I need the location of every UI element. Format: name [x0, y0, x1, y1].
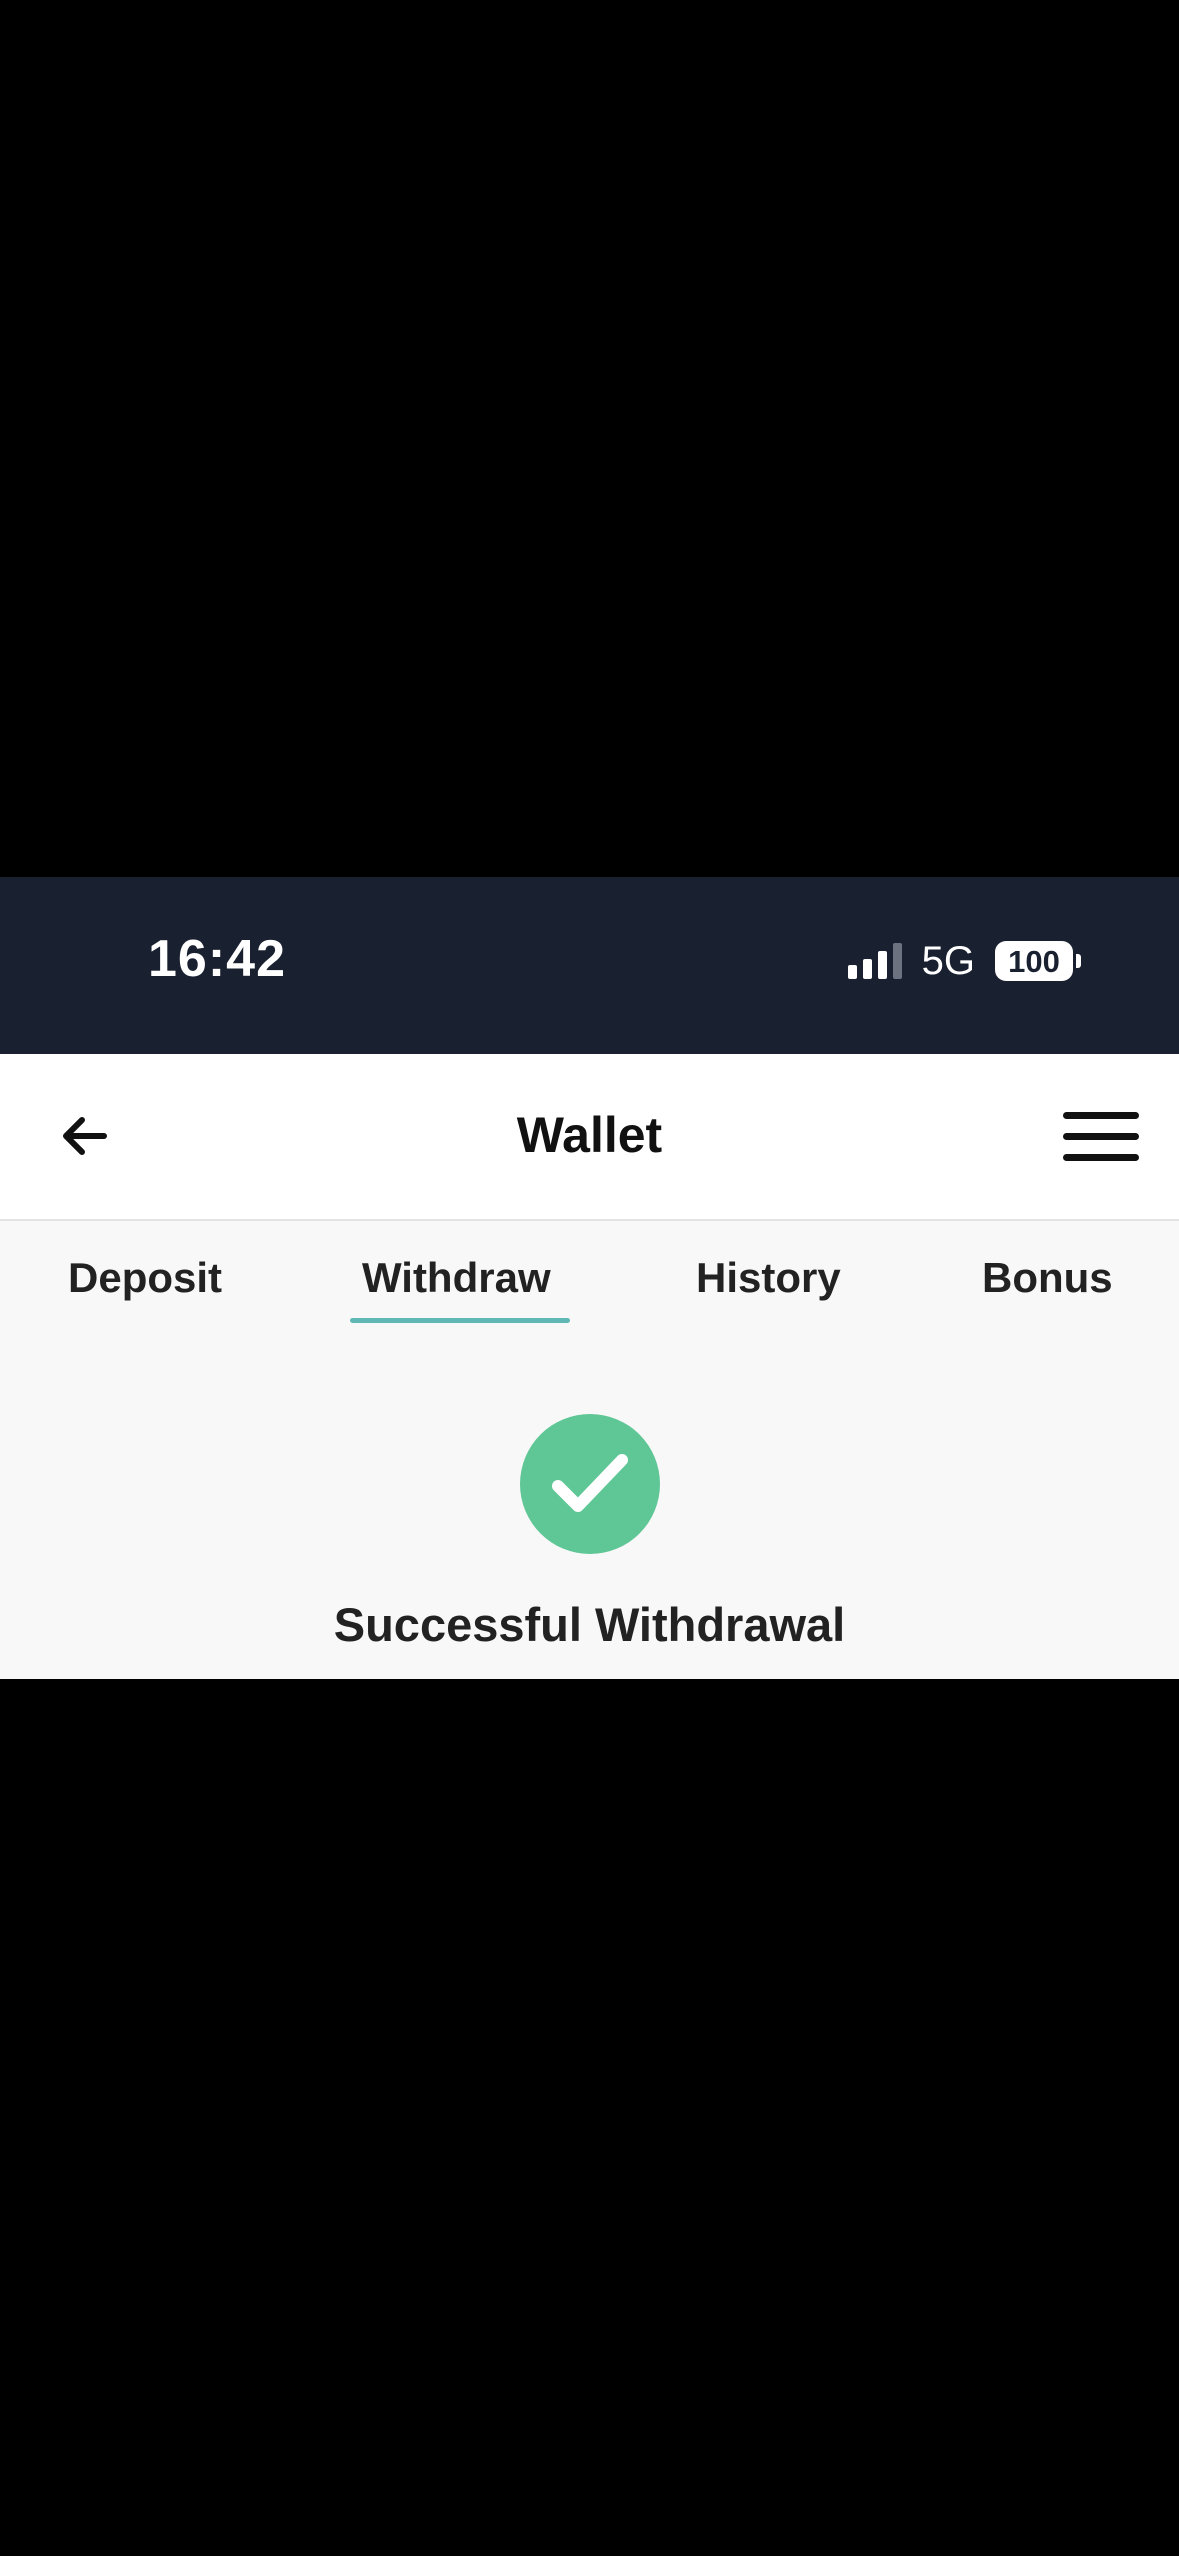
cellular-signal-icon: [847, 943, 902, 979]
wallet-content: Deposit Withdraw History Bonus Successfu…: [0, 1221, 1179, 1679]
status-bar: 16:42 5G 100: [0, 877, 1179, 1054]
checkmark-icon: [552, 1454, 628, 1512]
page-title: Wallet: [516, 1107, 663, 1163]
tab-history[interactable]: History: [696, 1257, 841, 1299]
wallet-screen: 16:42 5G 100 Wallet Deposit Withdraw His…: [0, 877, 1179, 1679]
battery-level: 100: [995, 941, 1073, 981]
network-type: 5G: [921, 939, 975, 983]
status-time: 16:42: [148, 930, 286, 988]
wallet-tabs: Deposit Withdraw History Bonus: [0, 1221, 1179, 1331]
tab-deposit[interactable]: Deposit: [68, 1257, 222, 1299]
header: Wallet: [0, 1054, 1179, 1221]
tab-withdraw[interactable]: Withdraw: [362, 1257, 551, 1299]
status-indicators: 5G 100: [847, 939, 1081, 983]
active-tab-indicator: [350, 1318, 570, 1323]
battery-icon: 100: [995, 941, 1081, 981]
hamburger-menu-icon: [1063, 1112, 1139, 1119]
tab-bonus[interactable]: Bonus: [982, 1257, 1113, 1299]
success-message: Successful Withdrawal: [333, 1598, 846, 1651]
menu-button[interactable]: [1063, 1106, 1139, 1166]
check-circle-icon: [520, 1414, 660, 1554]
